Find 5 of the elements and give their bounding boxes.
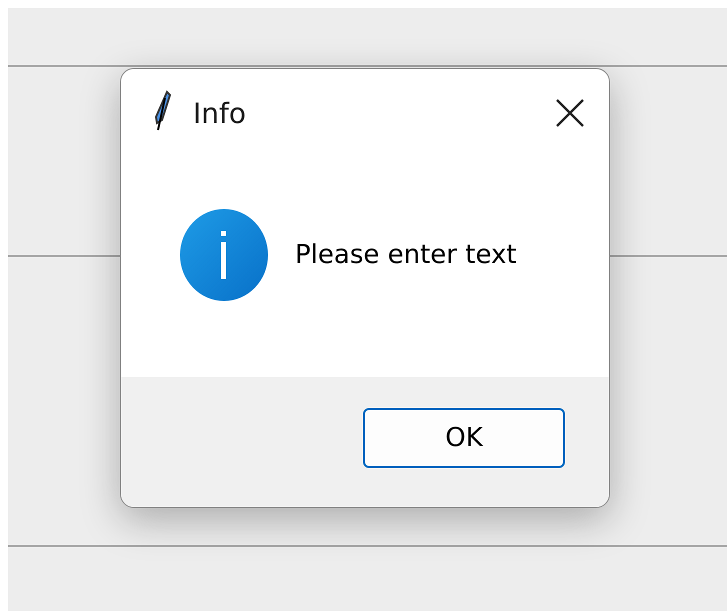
info-icon xyxy=(179,208,269,302)
close-icon xyxy=(555,98,585,128)
ok-button[interactable]: OK xyxy=(363,408,565,468)
message-text: Please enter text xyxy=(295,240,517,270)
window-title: Info xyxy=(193,96,247,130)
